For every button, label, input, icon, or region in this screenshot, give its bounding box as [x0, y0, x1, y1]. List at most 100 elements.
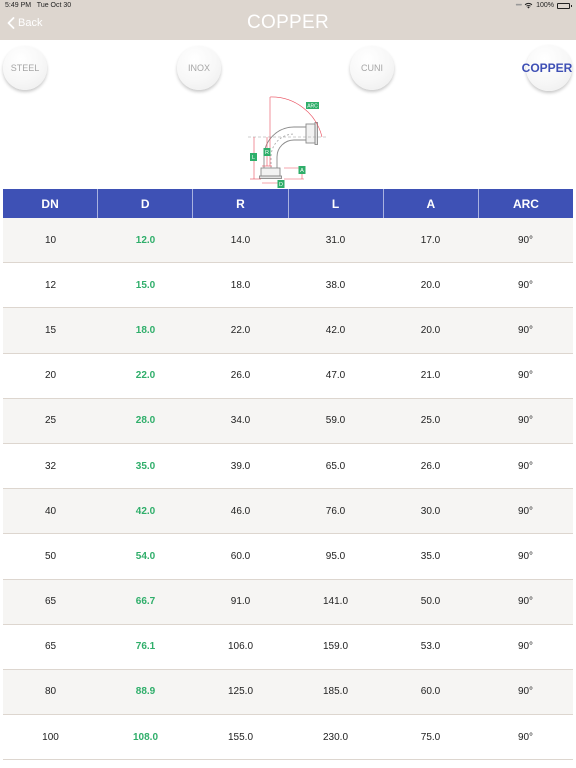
cell-l: 185.0 [322, 686, 349, 698]
cell-d: 76.1 [135, 641, 156, 653]
cell-d: 54.0 [135, 550, 156, 562]
table-row: 32 35.0 39.0 65.0 26.0 90° [3, 443, 573, 490]
column-header-l: L [289, 189, 384, 218]
cell-l: 38.0 [325, 279, 346, 291]
cell-a: 75.0 [420, 731, 441, 743]
column-header-d: D [98, 189, 194, 218]
cell-l: 141.0 [322, 596, 349, 608]
signal-dots-icon: ••••• [515, 2, 522, 9]
cell-arc: 90° [517, 415, 534, 427]
cell-a: 20.0 [420, 324, 441, 336]
column-header-arc: ARC [512, 196, 539, 211]
material-selector: STEEL INOX CUNI COPPER [0, 40, 576, 95]
svg-text:R: R [265, 150, 269, 156]
cell-dn: 10 [44, 234, 57, 246]
cell-d: 66.7 [135, 596, 156, 608]
cell-l: 159.0 [322, 641, 349, 653]
material-button-cuni[interactable]: CUNI [350, 46, 394, 90]
table-row: 80 88.9 125.0 185.0 60.0 90° [3, 669, 573, 716]
cell-arc: 90° [517, 279, 534, 291]
cell-r: 106.0 [227, 641, 254, 653]
cell-r: 26.0 [230, 370, 251, 382]
cell-r: 14.0 [230, 234, 251, 246]
cell-arc: 90° [517, 234, 534, 246]
cell-l: 42.0 [325, 324, 346, 336]
cell-arc: 90° [517, 731, 534, 743]
dimension-label-arc: ARC [306, 102, 319, 110]
cell-arc: 90° [517, 686, 534, 698]
cell-d: 108.0 [132, 731, 159, 743]
cell-r: 60.0 [230, 550, 251, 562]
cell-l: 47.0 [325, 370, 346, 382]
table-row: 20 22.0 26.0 47.0 21.0 90° [3, 353, 573, 399]
material-label: INOX [187, 63, 210, 73]
cell-dn: 65 [44, 596, 57, 608]
dimension-label-d: D [277, 180, 285, 188]
cell-a: 17.0 [420, 234, 441, 246]
table-body: 10 12.0 14.0 31.0 17.0 90° 12 15.0 18.0 38.0 20.0 9… [3, 218, 573, 761]
svg-text:A: A [300, 168, 304, 174]
cell-dn: 65 [44, 641, 57, 653]
cell-r: 91.0 [230, 596, 251, 608]
cell-d: 88.9 [135, 686, 156, 698]
table-row: 12 15.0 18.0 38.0 20.0 90° [3, 263, 573, 309]
table-row: 65 76.1 106.0 159.0 53.0 90° [3, 624, 573, 670]
column-header-a: A [384, 189, 479, 218]
dimensions-table: DN D R L A ARC 10 12.0 14.0 31.0 17.0 90° 12 15… [3, 189, 573, 761]
cell-arc: 90° [517, 460, 534, 472]
material-label: CUNI [361, 63, 383, 73]
cell-dn: 20 [44, 370, 57, 382]
page-title: COPPER [246, 12, 330, 33]
cell-r: 125.0 [227, 686, 254, 698]
cell-d: 18.0 [135, 324, 156, 336]
cell-l: 65.0 [325, 460, 346, 472]
table-row: 100 108.0 155.0 230.0 75.0 90° [3, 715, 573, 761]
material-button-steel[interactable]: STEEL [3, 46, 47, 90]
cell-dn: 15 [44, 324, 57, 336]
material-button-copper[interactable]: COPPER [522, 45, 572, 91]
cell-dn: 100 [42, 731, 59, 743]
table-header: DN D R L A ARC [3, 189, 573, 218]
cell-d: 22.0 [135, 370, 156, 382]
navigation-bar: 5:49 PM Tue Oct 30 ••••• 100% Back COPPE… [0, 0, 576, 40]
svg-text:ARC: ARC [307, 104, 318, 110]
status-date: Tue Oct 30 [36, 2, 72, 9]
cell-r: 22.0 [230, 324, 251, 336]
material-button-inox[interactable]: INOX [177, 46, 221, 90]
cell-arc: 90° [517, 370, 534, 382]
svg-text:L: L [252, 155, 255, 161]
table-row: 50 54.0 60.0 95.0 35.0 90° [3, 534, 573, 580]
cell-a: 25.0 [420, 415, 441, 427]
cell-a: 53.0 [420, 641, 441, 653]
cell-d: 35.0 [135, 460, 156, 472]
cell-r: 39.0 [230, 460, 251, 472]
column-header-dn: DN [3, 189, 99, 218]
cell-dn: 80 [44, 686, 57, 698]
cell-d: 15.0 [135, 279, 156, 291]
cell-l: 31.0 [325, 234, 346, 246]
cell-arc: 90° [517, 596, 534, 608]
status-time: 5:49 PM [5, 2, 32, 9]
cell-dn: 25 [44, 415, 57, 427]
table-row: 65 66.7 91.0 141.0 50.0 90° [3, 579, 573, 625]
battery-percent: 100% [536, 2, 554, 9]
column-header-r: R [193, 189, 289, 218]
cell-dn: 32 [44, 460, 57, 472]
cell-r: 46.0 [230, 505, 251, 517]
dimension-label-a: A [298, 166, 306, 174]
wifi-icon [524, 2, 533, 9]
cell-l: 59.0 [325, 415, 346, 427]
material-label: COPPER [521, 61, 573, 75]
cell-arc: 90° [517, 324, 534, 336]
cell-arc: 90° [517, 550, 534, 562]
cell-arc: 90° [517, 641, 534, 653]
cell-r: 34.0 [230, 415, 251, 427]
cell-r: 155.0 [227, 731, 254, 743]
cell-dn: 12 [44, 279, 57, 291]
elbow-fitting-diagram: ARC L R A D [248, 96, 328, 188]
cell-d: 42.0 [135, 505, 156, 517]
cell-a: 50.0 [420, 596, 441, 608]
status-time-date: 5:49 PM Tue Oct 30 [5, 2, 71, 9]
cell-r: 18.0 [230, 279, 251, 291]
status-indicators: ••••• 100% [515, 2, 572, 9]
